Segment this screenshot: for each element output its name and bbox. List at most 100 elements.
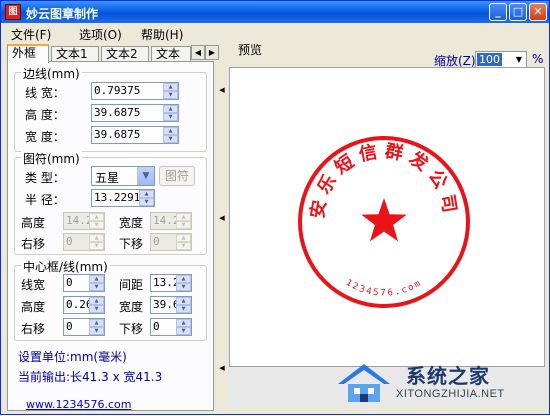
menu-options[interactable]: 选项(O) [79,26,122,43]
tab-frame[interactable]: 外框 [7,44,49,63]
center-width-label: 宽度 [119,300,144,314]
spin-down-icon[interactable]: ▼ [89,221,104,229]
stamp-bottom-text: 1234576.com [344,278,422,299]
tab-strip: 外框 文本1 文本2 文本 ◀ ▶ [7,44,219,63]
symbol-right-label: 右移 [21,237,46,251]
watermark-title: 系统之家 [406,364,490,388]
spin-up-icon[interactable]: ▲ [176,275,191,283]
border-line-width-label: 线 宽： [25,86,65,100]
symbol-radius-label: 半 径： [25,193,65,207]
symbol-radius-spinner[interactable]: 13.2291 ▲ ▼ [91,189,155,207]
symbol-down-spinner[interactable]: 0 ▲ ▼ [150,233,192,251]
stamp-image: 安乐短信群发公司 1234576.com [298,136,470,308]
center-spacing-spinner[interactable]: 13.2 ▲ ▼ [150,274,192,292]
spin-up-icon[interactable]: ▲ [89,275,104,283]
collapse-left-icon[interactable]: ◀ [218,83,226,97]
chevron-down-icon[interactable]: ▼ [512,52,526,67]
spin-up-icon[interactable]: ▲ [89,213,104,221]
center-height-spinner[interactable]: 0.26 ▲ ▼ [63,296,105,314]
zoom-percent: % [532,52,544,66]
center-line-width-spinner[interactable]: 0 ▲ ▼ [63,274,105,292]
center-height-label: 高度 [21,300,46,314]
spin-down-icon[interactable]: ▼ [163,135,178,143]
spin-down-icon[interactable]: ▼ [89,242,104,250]
center-spacing-label: 间距 [119,278,144,292]
spin-up-icon[interactable]: ▲ [163,83,178,91]
preview-canvas: 安乐短信群发公司 1234576.com [229,67,545,367]
spin-down-icon[interactable]: ▼ [139,198,154,206]
symbol-type-label: 类 型： [25,171,65,185]
zoom-value: 100 [477,53,502,66]
site-watermark: 系统之家 XITONGZHIJIA.NET [334,356,550,416]
spin-up-icon[interactable]: ▲ [176,319,191,327]
spin-up-icon[interactable]: ▲ [176,234,191,242]
border-height-label: 高 度： [25,108,65,122]
border-height-value: 39.6875 [94,106,141,119]
website-link[interactable]: www.1234576.com [26,398,131,411]
unit-info: 设置单位:mm(毫米) [18,350,127,364]
border-group: 边线(mm) 线 宽： 0.79375 ▲ ▼ 高 度： 39.6875 ▲ ▼ 宽… [14,65,207,152]
tab-scroll-right-icon[interactable]: ▶ [205,45,219,60]
border-width-label: 宽 度： [25,130,65,144]
symbol-radius-value: 13.2291 [94,191,141,204]
menu-help[interactable]: 帮助(H) [141,26,183,43]
spin-up-icon[interactable]: ▲ [163,127,178,135]
spin-up-icon[interactable]: ▲ [163,105,178,113]
spin-up-icon[interactable]: ▲ [176,213,191,221]
tab-text1[interactable]: 文本1 [51,46,99,62]
collapse-left-icon[interactable]: ◀ [218,211,226,225]
center-down-value: 0 [153,320,160,333]
maximize-button[interactable]: □ [509,3,527,21]
center-down-spinner[interactable]: 0 ▲ ▼ [150,318,192,336]
spin-up-icon[interactable]: ▲ [89,297,104,305]
zoom-select[interactable]: 100 ▼ [475,51,527,68]
symbol-group: 图符(mm) 类 型： 五星 ▼ 图符 半 径： 13.2291 ▲ ▼ 高度 1… [14,150,207,255]
spin-up-icon[interactable]: ▲ [89,234,104,242]
collapse-left-icon[interactable]: ◀ [218,361,226,375]
symbol-width-spinner[interactable]: 14.2 ▲ ▼ [150,212,192,230]
panel-splitter[interactable]: ◀ ◀ ◀ [217,61,227,411]
spin-up-icon[interactable]: ▲ [176,297,191,305]
symbol-type-select[interactable]: 五星 ▼ [91,166,155,186]
border-height-spinner[interactable]: 39.6875 ▲ ▼ [91,104,179,122]
star-icon [361,198,407,242]
symbol-right-spinner[interactable]: 0 ▲ ▼ [63,233,105,251]
symbol-width-label: 宽度 [119,216,144,230]
title-bar[interactable]: 图 妙云图章制作 _ □ ✕ [1,1,549,23]
spin-down-icon[interactable]: ▼ [163,91,178,99]
app-icon: 图 [5,4,21,20]
symbol-button[interactable]: 图符 [159,166,195,186]
spin-down-icon[interactable]: ▼ [89,305,104,313]
minimize-button[interactable]: _ [489,3,507,21]
center-line-width-value: 0 [66,276,73,289]
border-line-width-spinner[interactable]: 0.79375 ▲ ▼ [91,82,179,100]
spin-down-icon[interactable]: ▼ [163,113,178,121]
chevron-down-icon[interactable]: ▼ [137,167,154,185]
tab-text2[interactable]: 文本2 [101,46,149,62]
spin-down-icon[interactable]: ▼ [176,305,191,313]
menu-file[interactable]: 文件(F) [11,26,51,43]
center-width-spinner[interactable]: 39.6 ▲ ▼ [150,296,192,314]
tab-text3[interactable]: 文本 [151,46,191,62]
close-button[interactable]: ✕ [529,3,547,21]
spin-down-icon[interactable]: ▼ [89,283,104,291]
spin-down-icon[interactable]: ▼ [176,242,191,250]
watermark-subtitle: XITONGZHIJIA.NET [396,388,505,400]
symbol-height-spinner[interactable]: 14.2 ▲ ▼ [63,212,105,230]
center-right-spinner[interactable]: 0 ▲ ▼ [63,318,105,336]
center-group: 中心框/线(mm) 线宽 0 ▲ ▼ 间距 13.2 ▲ ▼ 高度 0.26 ▲ ▼ … [14,258,207,341]
spin-down-icon[interactable]: ▼ [89,327,104,335]
symbol-down-value: 0 [153,235,160,248]
spin-up-icon[interactable]: ▲ [139,190,154,198]
menu-bar: 文件(F) 选项(O) 帮助(H) [1,23,549,43]
border-width-spinner[interactable]: 39.6875 ▲ ▼ [91,126,179,144]
spin-down-icon[interactable]: ▼ [176,327,191,335]
house-logo-icon [338,364,390,402]
output-info: 当前输出:长41.3 x 宽41.3 [18,370,163,384]
tab-scroll-left-icon[interactable]: ◀ [191,45,205,60]
app-window: 图 妙云图章制作 _ □ ✕ 文件(F) 选项(O) 帮助(H) 外框 文本1 … [0,0,550,415]
spin-down-icon[interactable]: ▼ [176,221,191,229]
stamp-bottom-arc-text: 1234576.com [344,278,424,299]
spin-down-icon[interactable]: ▼ [176,283,191,291]
spin-up-icon[interactable]: ▲ [89,319,104,327]
